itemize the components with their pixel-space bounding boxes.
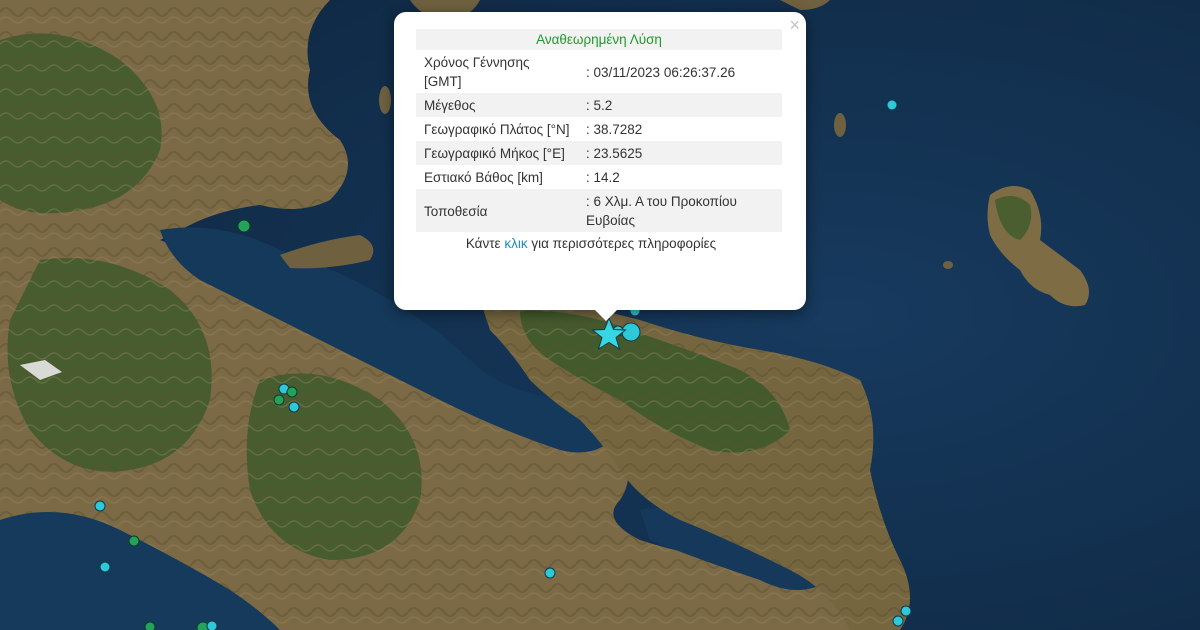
origin-time-label: Χρόνος Γέννησης [GMT] — [424, 55, 530, 89]
magnitude-label: Μέγεθος — [416, 93, 578, 117]
origin-time-value: : 03/11/2023 06:26:37.26 — [586, 64, 736, 80]
event-details-table: Αναθεωρημένη Λύση Χρόνος Γέννησης [GMT] … — [416, 29, 782, 232]
event-marker[interactable] — [273, 394, 285, 406]
location-value: : 6 Χλμ. Α του Προκοπίου Ευβοίας — [578, 189, 782, 232]
table-row: Εστιακό Βάθος [km] : 14.2 — [416, 165, 782, 189]
event-marker[interactable] — [206, 620, 218, 630]
table-row: Μέγεθος : 5.2 — [416, 93, 782, 117]
more-info-prefix: Κάντε — [465, 236, 505, 251]
table-row: Γεωγραφικό Μήκος [°E] : 23.5625 — [416, 141, 782, 165]
event-marker[interactable] — [94, 500, 106, 512]
event-marker[interactable] — [128, 535, 140, 547]
event-marker[interactable] — [237, 219, 251, 233]
islet — [834, 113, 846, 137]
event-marker[interactable] — [288, 401, 300, 413]
event-marker[interactable] — [621, 322, 641, 342]
event-marker[interactable] — [99, 561, 111, 573]
latitude-value: : 38.7282 — [586, 122, 643, 137]
islet — [943, 261, 953, 269]
popup-pointer — [594, 309, 618, 321]
event-marker[interactable] — [886, 99, 898, 111]
depth-value: : 14.2 — [586, 170, 620, 185]
more-info-suffix: για περισσότερες πληροφορίες — [527, 236, 717, 251]
table-row: Γεωγραφικό Πλάτος [°N] : 38.7282 — [416, 117, 782, 141]
depth-label: Εστιακό Βάθος [km] — [424, 170, 543, 185]
popup-title: Αναθεωρημένη Λύση — [416, 29, 782, 50]
longitude-label: Γεωγραφικό Μήκος [°E] — [416, 141, 578, 165]
location-label: Τοποθεσία — [416, 189, 578, 232]
event-marker[interactable] — [892, 615, 904, 627]
event-marker[interactable] — [286, 386, 298, 398]
magnitude-value: : 5.2 — [578, 93, 782, 117]
event-marker[interactable] — [544, 567, 556, 579]
event-marker[interactable] — [900, 605, 912, 617]
more-info-link[interactable]: κλικ — [504, 236, 527, 251]
longitude-value: : 23.5625 — [578, 141, 782, 165]
event-marker[interactable] — [144, 621, 156, 630]
close-icon[interactable]: × — [789, 16, 800, 34]
earthquake-info-popup: × Αναθεωρημένη Λύση Χρόνος Γέννησης [GMT… — [394, 12, 806, 321]
table-row: Τοποθεσία : 6 Χλμ. Α του Προκοπίου Ευβοί… — [416, 189, 782, 232]
islet — [379, 86, 391, 114]
latitude-label: Γεωγραφικό Πλάτος [°N] — [424, 122, 570, 137]
more-info-line: Κάντε κλικ για περισσότερες πληροφορίες — [416, 236, 784, 251]
table-row: Χρόνος Γέννησης [GMT] : 03/11/2023 06:26… — [416, 50, 782, 93]
